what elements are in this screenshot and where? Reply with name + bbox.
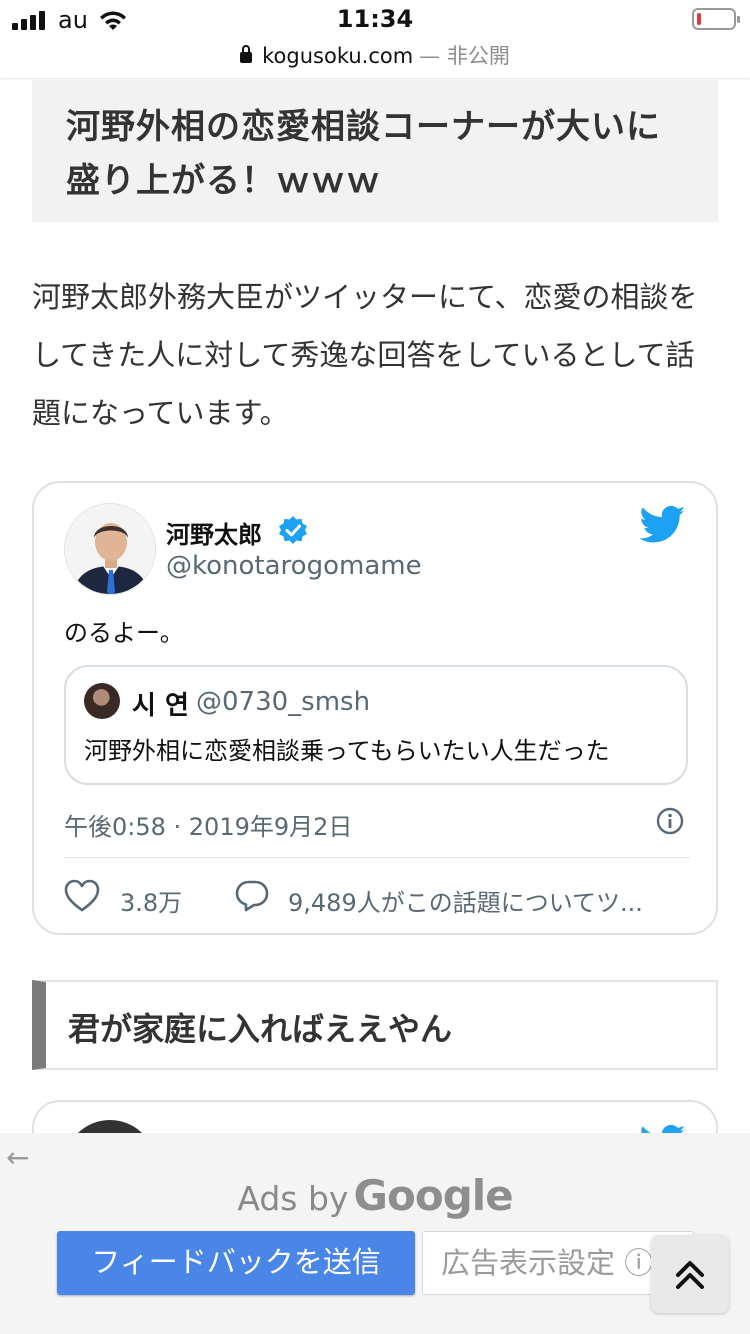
article-lead: 河野太郎外務大臣がツイッターにて、恋愛の相談をしてきた人に対して秀逸な回答をして… bbox=[32, 280, 698, 430]
section-heading: 君が家庭に入ればええやん bbox=[68, 1010, 453, 1048]
verified-badge-icon bbox=[279, 516, 307, 544]
section-heading-box: 君が家庭に入ればええやん bbox=[32, 980, 718, 1070]
tweet-author-handle[interactable]: @konotarogomame bbox=[166, 551, 422, 581]
ads-by-label: Ads by bbox=[237, 1179, 349, 1218]
ads-by-google[interactable]: Ads by Google bbox=[0, 1171, 750, 1220]
lock-icon bbox=[240, 45, 253, 63]
twitter-bird-icon[interactable] bbox=[640, 505, 686, 545]
article-heading-box: 河野外相の恋愛相談コーナーが大いに盛り上がる！ｗｗｗ bbox=[32, 80, 718, 222]
tweet-timestamp[interactable]: 午後0:58 · 2019年9月2日 bbox=[64, 807, 352, 842]
url-bar[interactable]: kogusoku.com — 非公開 bbox=[0, 40, 750, 78]
tweet-text: のるよー。 bbox=[64, 619, 184, 647]
clock: 11:34 bbox=[336, 5, 414, 33]
ad-panel: ← Ads by Google フィードバックを送信 広告表示設定 ⓘ bbox=[0, 1133, 750, 1334]
quoted-tweet[interactable]: 시 연 @0730_smsh 河野外相に恋愛相談乗ってもらいたい人生だった bbox=[64, 665, 688, 785]
quoted-author-name[interactable]: 시 연 bbox=[132, 685, 189, 722]
send-feedback-button[interactable]: フィードバックを送信 bbox=[57, 1231, 415, 1295]
reply-bubble-icon[interactable] bbox=[234, 879, 270, 913]
like-count[interactable]: 3.8万 bbox=[120, 883, 182, 918]
heart-icon[interactable] bbox=[64, 879, 100, 913]
embedded-tweet[interactable]: 河野太郎 @konotarogomame のるよー。 시 연 @0730_sms… bbox=[32, 481, 718, 935]
status-bar: au 11:34 bbox=[0, 0, 750, 40]
double-chevron-up-icon bbox=[676, 1261, 704, 1289]
url-domain: kogusoku.com bbox=[262, 44, 414, 68]
reply-count[interactable]: 9,489人がこの話題についてツ... bbox=[288, 883, 688, 918]
avatar[interactable] bbox=[64, 503, 156, 595]
battery-level bbox=[697, 13, 701, 25]
url-suffix: — 非公開 bbox=[419, 44, 510, 68]
scroll-to-top-button[interactable] bbox=[651, 1235, 729, 1313]
quoted-author-handle[interactable]: @0730_smsh bbox=[196, 687, 370, 717]
back-arrow-icon[interactable]: ← bbox=[6, 1141, 29, 1174]
quoted-text: 河野外相に恋愛相談乗ってもらいたい人生だった bbox=[84, 737, 610, 765]
quoted-avatar[interactable] bbox=[84, 683, 120, 719]
tweet-author-name[interactable]: 河野太郎 bbox=[166, 515, 262, 550]
divider bbox=[64, 857, 690, 858]
battery-icon bbox=[692, 8, 740, 30]
google-logo: Google bbox=[353, 1171, 514, 1220]
info-icon[interactable] bbox=[656, 807, 684, 835]
article-heading: 河野外相の恋愛相談コーナーが大いに盛り上がる！ｗｗｗ bbox=[66, 107, 661, 201]
